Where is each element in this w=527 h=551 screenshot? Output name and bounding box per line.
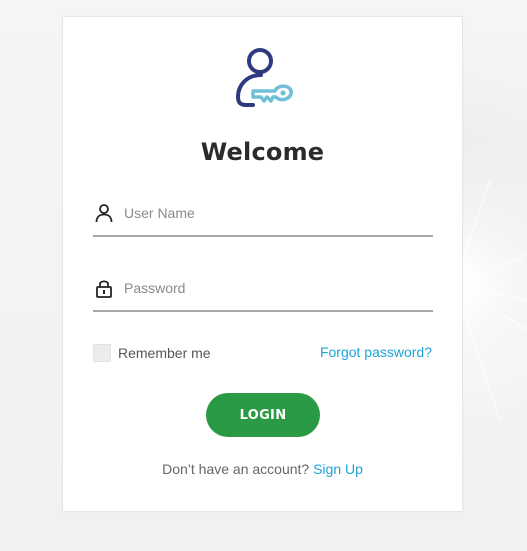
page-title: Welcome [200, 138, 325, 166]
signup-prompt-text: Don’t have an account? [162, 461, 310, 477]
signup-link[interactable]: Sign Up [313, 461, 363, 477]
user-icon [95, 204, 113, 223]
login-card: Welcome Remember me Forgot password? LOG… [62, 16, 463, 512]
user-key-icon [235, 48, 293, 107]
username-input[interactable] [124, 201, 424, 225]
forgot-password-link[interactable]: Forgot password? [320, 344, 432, 360]
login-button[interactable]: LOGIN [206, 393, 320, 437]
signup-prompt: Don’t have an account? Sign Up [63, 461, 462, 477]
remember-me-checkbox[interactable] [93, 344, 111, 362]
password-field [93, 272, 433, 312]
password-input[interactable] [124, 276, 424, 300]
remember-me[interactable]: Remember me [93, 343, 211, 363]
remember-me-label: Remember me [118, 345, 211, 361]
lock-icon [96, 280, 112, 298]
username-field [93, 197, 433, 237]
